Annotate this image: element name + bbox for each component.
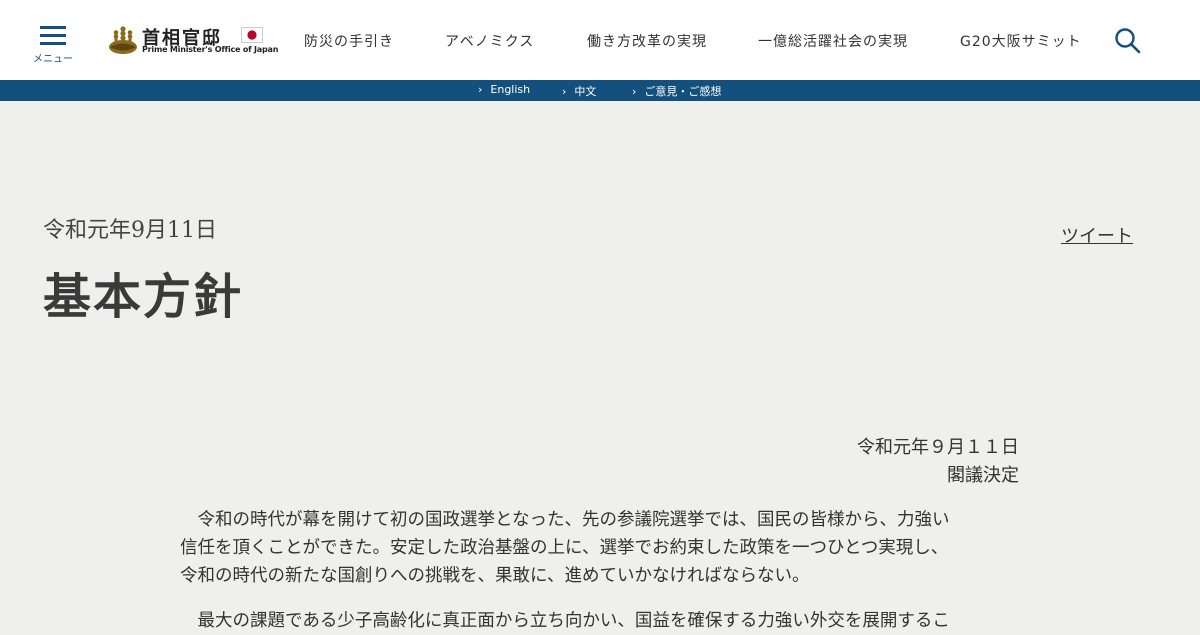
- search-button[interactable]: [1114, 27, 1142, 55]
- japan-flag-icon: [241, 27, 263, 43]
- lang-link-chinese[interactable]: › 中文: [562, 83, 596, 99]
- hamburger-icon-bar: [40, 42, 66, 45]
- lang-link-label: ご意見・ご感想: [644, 85, 722, 98]
- nav-item-disaster-guide[interactable]: 防災の手引き: [304, 31, 394, 51]
- decision-date: 令和元年９月１１日: [857, 437, 1019, 458]
- paragraph-line: 最大の課題である少子高齢化に真正面から立ち向かい、国益を確保する力強い外交を展開…: [180, 611, 950, 631]
- chevron-right-icon: ›: [562, 85, 567, 98]
- paulownia-emblem-icon: [109, 26, 137, 54]
- nav-item-abenomics[interactable]: アベノミクス: [445, 31, 534, 51]
- menu-button[interactable]: メニュー: [30, 24, 76, 65]
- site-logo[interactable]: 首相官邸 Prime Minister's Office of Japan: [107, 24, 278, 58]
- logo-text-en: Prime Minister's Office of Japan: [142, 45, 279, 54]
- article-date: 令和元年9月11日: [43, 218, 217, 243]
- lang-link-english[interactable]: › English: [478, 83, 530, 96]
- lang-link-label: English: [490, 83, 531, 96]
- lang-link-feedback[interactable]: › ご意見・ご感想: [632, 83, 721, 99]
- hamburger-icon-bar: [40, 34, 66, 37]
- page-title: 基本方針: [43, 269, 244, 325]
- nav-item-dynamic-engagement[interactable]: 一億総活躍社会の実現: [758, 31, 908, 51]
- menu-label: メニュー: [33, 54, 73, 65]
- decision-label: 閣議決定: [947, 465, 1019, 486]
- tweet-link[interactable]: ツイート: [1061, 222, 1133, 248]
- language-bar: › English › 中文 › ご意見・ご感想: [0, 80, 1200, 101]
- body-paragraph: 令和の時代が幕を開けて初の国政選挙となった、先の参議院選挙では、国民の皆様から、…: [180, 506, 1020, 590]
- nav-item-g20-osaka[interactable]: G20大阪サミット: [960, 31, 1082, 51]
- paragraph-line: 令和の時代が幕を開けて初の国政選挙となった、先の参議院選挙では、国民の皆様から、…: [180, 510, 950, 530]
- search-icon: [1115, 28, 1141, 54]
- paragraph-line: 令和の時代の新たな国創りへの挑戦を、果敢に、進めていかなければならない。: [180, 566, 810, 586]
- chevron-right-icon: ›: [632, 85, 637, 98]
- hamburger-icon: [40, 26, 66, 29]
- chevron-right-icon: ›: [478, 83, 483, 96]
- site-header: メニュー 首相官邸 Prime Minister's Office of Jap…: [0, 0, 1200, 80]
- body-paragraph: 最大の課題である少子高齢化に真正面から立ち向かい、国益を確保する力強い外交を展開…: [180, 607, 1020, 635]
- lang-link-label: 中文: [574, 85, 597, 98]
- paragraph-line: 信任を頂くことができた。安定した政治基盤の上に、選挙でお約束した政策を一つひとつ…: [180, 538, 949, 558]
- nav-item-work-style-reform[interactable]: 働き方改革の実現: [587, 31, 707, 51]
